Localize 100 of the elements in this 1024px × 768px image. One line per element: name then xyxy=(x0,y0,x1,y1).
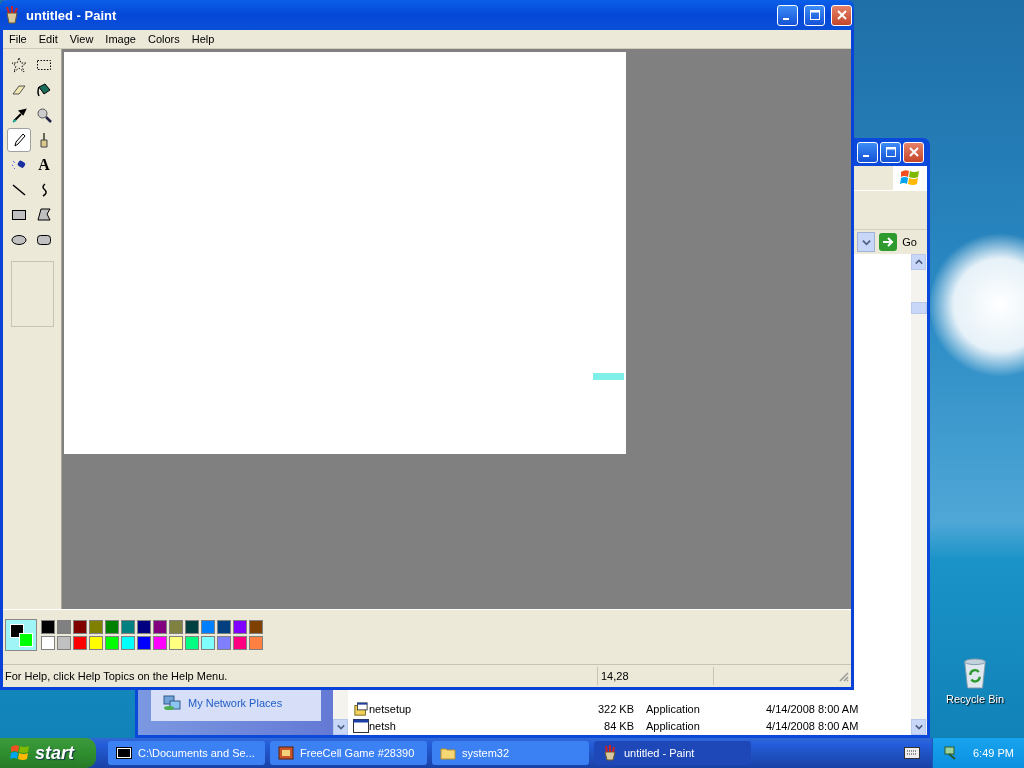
paint-bucket-icon xyxy=(36,82,52,98)
windows-logo-icon xyxy=(10,743,30,763)
minimize-button[interactable] xyxy=(857,141,878,163)
archive-icon xyxy=(116,745,132,761)
file-name: netsetup xyxy=(369,702,413,715)
close-button[interactable] xyxy=(903,141,924,163)
scroll-thumb[interactable] xyxy=(911,302,927,314)
menu-item[interactable]: Help xyxy=(185,33,221,45)
color-swatch[interactable] xyxy=(57,620,71,634)
windows-logo-icon xyxy=(900,168,920,188)
magnifier-icon xyxy=(36,107,52,123)
taskbar-button[interactable]: FreeCell Game #28390 xyxy=(270,741,427,765)
ellipse-icon xyxy=(11,232,27,248)
close-icon xyxy=(908,147,919,157)
color-swatch[interactable] xyxy=(153,620,167,634)
cursor-coordinates: 14,28 xyxy=(597,667,713,685)
color-swatch[interactable] xyxy=(105,636,119,650)
line-icon xyxy=(11,182,27,198)
clock: 6:49 PM xyxy=(973,747,1014,759)
color-swatch[interactable] xyxy=(89,620,103,634)
cards-icon xyxy=(278,745,294,761)
close-icon xyxy=(836,10,847,20)
color-swatch[interactable] xyxy=(201,620,215,634)
color-swatch[interactable] xyxy=(57,636,71,650)
color-swatch[interactable] xyxy=(249,636,263,650)
maximize-icon xyxy=(885,147,896,157)
scroll-down-button[interactable] xyxy=(911,719,926,735)
file-row[interactable]: netsetup 322 KB Application 4/14/2008 8:00 AM xyxy=(348,700,911,717)
window-title: untitled - Paint xyxy=(26,7,117,23)
eraser-icon xyxy=(11,82,27,98)
resize-grip-icon[interactable] xyxy=(837,670,849,682)
minimize-button[interactable] xyxy=(777,4,798,26)
status-text: For Help, click Help Topics on the Help Menu. xyxy=(4,670,229,682)
dotted-rectangle-icon xyxy=(36,57,52,73)
chevron-down-icon xyxy=(336,723,345,731)
minimize-icon xyxy=(863,155,869,157)
maximize-button[interactable] xyxy=(880,141,901,163)
color-swatch[interactable] xyxy=(249,620,263,634)
paint-cup-icon xyxy=(4,6,20,24)
scrollbar[interactable] xyxy=(911,254,927,735)
color-swatch[interactable] xyxy=(217,636,231,650)
color-swatch[interactable] xyxy=(185,620,199,634)
color-swatch[interactable] xyxy=(73,620,87,634)
taskbar-button[interactable]: untitled - Paint xyxy=(594,741,751,765)
tool-button[interactable]: A xyxy=(32,153,56,177)
color-swatch[interactable] xyxy=(217,620,231,634)
network-computers-icon xyxy=(163,695,181,711)
file-date: 4/14/2008 8:00 AM xyxy=(766,702,859,715)
menu-item[interactable]: View xyxy=(63,33,100,45)
start-button[interactable]: start xyxy=(0,738,96,768)
color-swatch[interactable] xyxy=(169,636,183,650)
folder-icon xyxy=(440,745,456,761)
color-swatch[interactable] xyxy=(121,636,135,650)
tool-button[interactable] xyxy=(7,128,31,152)
pencil-icon xyxy=(11,132,27,148)
color-swatch[interactable] xyxy=(153,636,167,650)
dotted-star-icon xyxy=(11,57,27,73)
menu-item[interactable]: Image xyxy=(99,33,142,45)
color-swatch[interactable] xyxy=(137,636,151,650)
network-places-link[interactable]: My Network Places xyxy=(188,697,283,709)
color-swatch[interactable] xyxy=(137,620,151,634)
file-type: Application xyxy=(645,702,701,715)
taskbar-button[interactable]: system32 xyxy=(432,741,589,765)
file-type: Application xyxy=(645,719,701,732)
rounded-rectangle-icon xyxy=(36,232,52,248)
color-swatch[interactable] xyxy=(105,620,119,634)
menu-item[interactable]: Colors xyxy=(141,33,186,45)
color-swatch[interactable] xyxy=(41,636,55,650)
color-swatch[interactable] xyxy=(89,636,103,650)
keyboard-icon[interactable] xyxy=(904,747,920,759)
desktop-icon-label[interactable]: Recycle Bin xyxy=(945,693,1005,705)
color-swatch[interactable] xyxy=(233,636,247,650)
paint-cup-icon xyxy=(602,745,618,761)
color-swatch[interactable] xyxy=(185,636,199,650)
file-row[interactable]: netsh 84 KB Application 4/14/2008 8:00 AM xyxy=(348,717,911,734)
taskbar-button[interactable]: C:\Documents and Se... xyxy=(108,741,265,765)
minimize-icon xyxy=(783,18,789,20)
color-swatch[interactable] xyxy=(233,620,247,634)
address-dropdown[interactable] xyxy=(857,232,876,252)
close-button[interactable] xyxy=(831,4,852,26)
chevron-down-icon xyxy=(914,723,923,731)
chevron-down-icon xyxy=(861,237,871,247)
color-swatch[interactable] xyxy=(73,636,87,650)
color-swatch[interactable] xyxy=(169,620,183,634)
rectangle-icon xyxy=(11,207,27,223)
menu-item[interactable]: Edit xyxy=(32,33,64,45)
file-name: netsh xyxy=(369,719,397,732)
color-swatch[interactable] xyxy=(121,620,135,634)
go-button[interactable]: Go xyxy=(879,233,917,251)
scroll-up-button[interactable] xyxy=(911,254,926,270)
file-size: 84 KB xyxy=(603,719,634,732)
polygon-icon xyxy=(36,207,52,223)
maximize-button[interactable] xyxy=(804,4,825,26)
file-date: 4/14/2008 8:00 AM xyxy=(766,719,859,732)
maximize-icon xyxy=(809,10,820,20)
arrow-right-icon xyxy=(879,233,898,251)
scroll-down-button[interactable] xyxy=(333,719,348,735)
color-swatch[interactable] xyxy=(201,636,215,650)
color-swatch[interactable] xyxy=(41,620,55,634)
menu-item[interactable]: File xyxy=(3,33,33,45)
